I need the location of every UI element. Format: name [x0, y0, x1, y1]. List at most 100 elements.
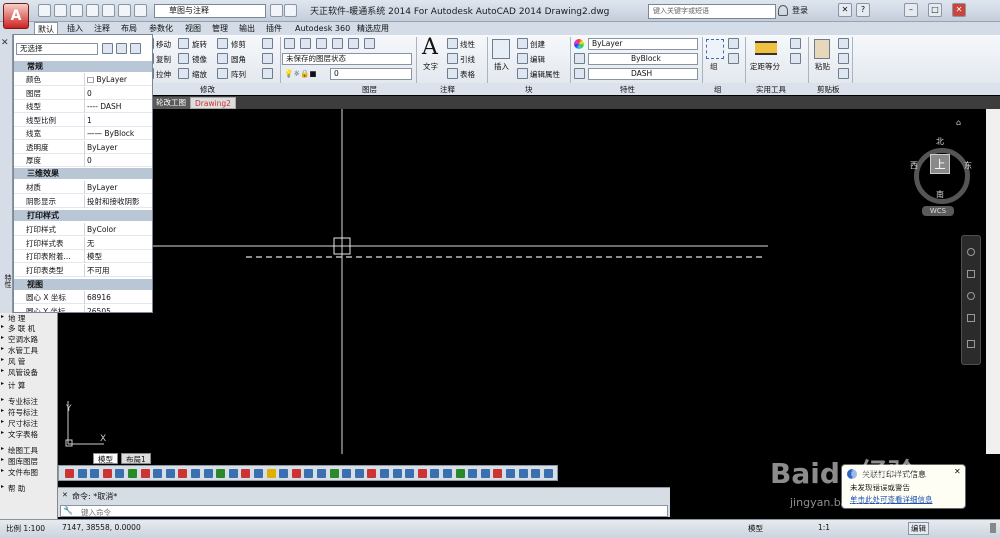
- layer-properties-icon[interactable]: [284, 38, 295, 49]
- property-row[interactable]: 打印表附着... 模型: [14, 250, 152, 263]
- toolbar-tool-icon[interactable]: [443, 469, 452, 478]
- edit-attributes-button[interactable]: 编辑属性: [530, 69, 560, 80]
- linear-dim-icon[interactable]: [447, 38, 458, 49]
- group-edit-icon[interactable]: [728, 53, 739, 64]
- toolbar-tool-icon[interactable]: [279, 469, 289, 478]
- linetype-dropdown[interactable]: DASH: [588, 68, 698, 80]
- linear-dim-button[interactable]: 线性: [460, 39, 475, 50]
- property-row[interactable]: 线型比例 1: [14, 113, 152, 127]
- minimize-icon[interactable]: –: [904, 3, 918, 17]
- close-icon[interactable]: ✕: [952, 3, 966, 17]
- array-button[interactable]: 阵列: [231, 69, 246, 80]
- toolbar-tool-icon[interactable]: [291, 469, 301, 478]
- leader-icon[interactable]: [447, 53, 458, 64]
- command-input[interactable]: 🔧 键入命令: [60, 505, 668, 517]
- toolbar-tool-icon[interactable]: [191, 469, 200, 478]
- property-row[interactable]: 图层 0: [14, 86, 152, 100]
- tz-menu-item[interactable]: 专业标注: [8, 396, 38, 407]
- toolbar-tool-icon[interactable]: [342, 469, 352, 478]
- toolbar-tool-icon[interactable]: [241, 469, 251, 478]
- save-icon[interactable]: [70, 4, 83, 17]
- print-icon[interactable]: [102, 4, 115, 17]
- toolbar-tool-icon[interactable]: [128, 469, 137, 478]
- move-button[interactable]: 移动: [156, 39, 171, 50]
- tab-model[interactable]: 模型: [93, 453, 118, 464]
- undo-icon[interactable]: [118, 4, 131, 17]
- table-icon[interactable]: [447, 68, 458, 79]
- tz-menu-item[interactable]: 图库图层: [8, 456, 38, 467]
- tab-view[interactable]: 视图: [182, 22, 204, 35]
- offset-icon[interactable]: [262, 68, 273, 79]
- toolbar-tool-icon[interactable]: [455, 469, 465, 478]
- panel-label-annotation[interactable]: 注释: [440, 84, 455, 95]
- fillet-icon[interactable]: [217, 53, 228, 64]
- property-value[interactable]: 投射和接收阴影: [84, 194, 152, 208]
- toggle-pickadd-icon[interactable]: [102, 43, 113, 54]
- group-icon[interactable]: [706, 39, 724, 59]
- toolbar-tool-icon[interactable]: [405, 469, 415, 478]
- viewcube[interactable]: 上 北 南 东 西 WCS ⌂: [906, 118, 994, 218]
- orbit-icon[interactable]: [967, 314, 975, 322]
- toolbar-tool-icon[interactable]: [178, 469, 188, 478]
- section-view[interactable]: 视图: [14, 279, 152, 290]
- layer-lock-icon[interactable]: [332, 38, 343, 49]
- open-icon[interactable]: [54, 4, 67, 17]
- zoom-icon[interactable]: [967, 292, 975, 300]
- section-general[interactable]: 常规: [14, 61, 152, 72]
- mirror-icon[interactable]: [178, 53, 189, 64]
- array-icon[interactable]: [217, 68, 228, 79]
- table-button[interactable]: 表格: [460, 69, 475, 80]
- wrench-icon[interactable]: 🔧: [63, 506, 73, 515]
- toolbar-tool-icon[interactable]: [543, 469, 553, 478]
- erase-icon[interactable]: [262, 38, 273, 49]
- toolbar-tool-icon[interactable]: [417, 469, 427, 478]
- edit-mode-button[interactable]: 编辑: [908, 522, 929, 535]
- layout-icon[interactable]: [284, 4, 297, 17]
- tz-menu-item[interactable]: 水管工具: [8, 345, 38, 356]
- property-value[interactable]: ---- DASH: [84, 100, 152, 113]
- scale-button[interactable]: 缩放: [192, 69, 207, 80]
- paste-icon[interactable]: [814, 39, 830, 59]
- explode-icon[interactable]: [262, 53, 273, 64]
- compass-south[interactable]: 南: [936, 189, 944, 200]
- edit-block-button[interactable]: 编辑: [530, 54, 545, 65]
- panel-label-modify[interactable]: 修改: [200, 84, 215, 95]
- toolbar-tool-icon[interactable]: [392, 469, 402, 478]
- toolbar-tool-icon[interactable]: [216, 469, 226, 478]
- toolbar-tool-icon[interactable]: [115, 469, 125, 478]
- color-dropdown[interactable]: ByLayer: [588, 38, 698, 50]
- property-row[interactable]: 阴影显示 投射和接收阴影: [14, 194, 152, 208]
- property-row[interactable]: 厚度 0: [14, 154, 152, 167]
- property-row[interactable]: 线型 ---- DASH: [14, 100, 152, 113]
- toolbar-tool-icon[interactable]: [77, 469, 87, 478]
- panel-label-properties[interactable]: 特性: [620, 84, 635, 95]
- ungroup-icon[interactable]: [728, 38, 739, 49]
- trim-icon[interactable]: [217, 38, 228, 49]
- toolbar-tool-icon[interactable]: [531, 469, 541, 478]
- tz-menu-item[interactable]: 帮 助: [8, 483, 25, 494]
- tz-menu-item[interactable]: 风 管: [8, 356, 25, 367]
- property-value[interactable]: —— ByBlock: [84, 127, 152, 140]
- tab-layout1[interactable]: 布局1: [121, 453, 151, 464]
- match-properties-icon[interactable]: [574, 53, 585, 64]
- tz-menu-item[interactable]: 文件布图: [8, 467, 38, 478]
- saveas-icon[interactable]: [86, 4, 99, 17]
- calculator-icon[interactable]: [790, 38, 801, 49]
- property-value[interactable]: 26505: [84, 304, 152, 312]
- property-value[interactable]: 模型: [84, 250, 152, 263]
- toolbar-tool-icon[interactable]: [480, 469, 490, 478]
- compass-west[interactable]: 西: [910, 160, 918, 171]
- property-row[interactable]: 打印样式 ByColor: [14, 223, 152, 236]
- text-icon[interactable]: A: [422, 37, 438, 59]
- trim-button[interactable]: 修剪: [231, 39, 246, 50]
- current-layer-dropdown[interactable]: 0: [330, 68, 412, 80]
- toolbar-tool-icon[interactable]: [102, 469, 112, 478]
- home-icon[interactable]: ⌂: [956, 118, 961, 127]
- pan-icon[interactable]: [967, 270, 975, 278]
- tz-menu-item[interactable]: 计 算: [8, 380, 25, 391]
- toolbar-tool-icon[interactable]: [228, 469, 238, 478]
- navigation-bar[interactable]: [961, 235, 981, 365]
- property-value[interactable]: 无: [84, 236, 152, 250]
- property-row[interactable]: 圆心 Y 坐标 26505: [14, 304, 152, 312]
- annotation-scale[interactable]: 1:1: [818, 523, 830, 532]
